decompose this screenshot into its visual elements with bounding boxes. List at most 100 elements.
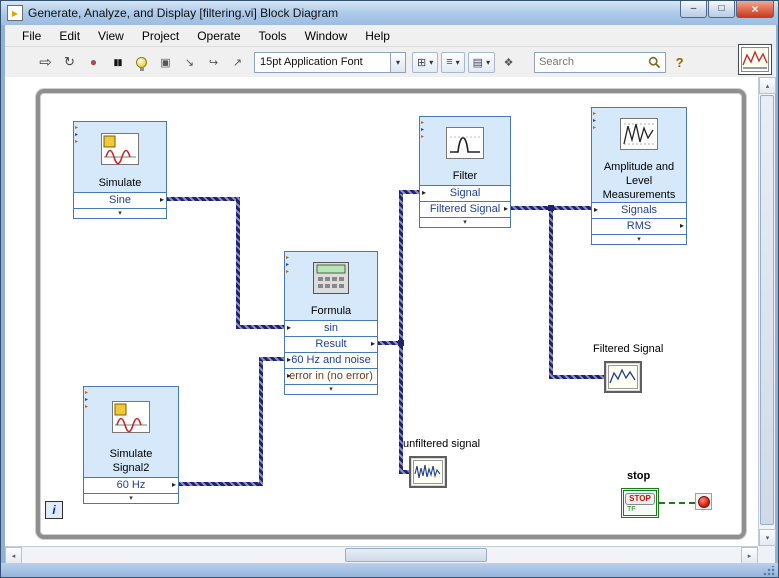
- step-over-button[interactable]: ↪: [203, 52, 224, 73]
- node-row-signals[interactable]: ▸ Signals: [592, 202, 686, 218]
- pause-icon: ▮▮: [113, 56, 123, 67]
- clean-up-diagram-icon: ❖: [503, 56, 514, 69]
- menu-item-edit[interactable]: Edit: [50, 27, 89, 45]
- pause-button[interactable]: ▮▮: [107, 52, 128, 73]
- wire-segment[interactable]: [259, 357, 284, 361]
- horizontal-scroll-thumb[interactable]: [345, 548, 487, 562]
- node-row-filtered-signal[interactable]: Filtered Signal ▸: [420, 201, 510, 217]
- express-vi-filter[interactable]: ▸ ▸ ▸ Filter ▸ Signal Filtered Signal ▸ …: [419, 116, 511, 228]
- run-continuously-button[interactable]: ↻: [59, 52, 80, 73]
- input-arrow-icon: ▸: [287, 323, 292, 332]
- run-icon: ⇨: [39, 54, 52, 71]
- boolean-wire[interactable]: [659, 502, 695, 504]
- wire-segment[interactable]: [236, 197, 240, 329]
- menu-item-operate[interactable]: Operate: [188, 27, 249, 45]
- wire-segment[interactable]: [259, 357, 263, 486]
- input-arrow-icon: ▸: [422, 188, 427, 197]
- step-into-button[interactable]: ↘: [179, 52, 200, 73]
- reorder-objects-dropdown[interactable]: ▤ ▾: [467, 51, 496, 73]
- graph-terminal-filtered-signal[interactable]: [604, 361, 642, 393]
- scroll-left-arrow[interactable]: ◂: [5, 547, 22, 564]
- clean-up-diagram-button[interactable]: ❖: [498, 52, 519, 73]
- expand-chevron-icon[interactable]: ▾: [84, 493, 178, 503]
- wire-segment[interactable]: [167, 197, 238, 201]
- express-vi-simulate-signal2[interactable]: ▸ ▸ ▸ Simulate Signal2 60 Hz ▸ ▾: [83, 386, 179, 504]
- loop-condition-terminal[interactable]: [695, 493, 712, 510]
- express-vi-simulate-signal[interactable]: ▸ ▸ ▸ Simulate Signal Sine ▸ ▾: [73, 121, 167, 219]
- run-button[interactable]: ⇨: [35, 52, 56, 73]
- terminal-arrows-icon: ▸ ▸ ▸: [85, 390, 89, 410]
- chevron-down-icon: ▾: [455, 57, 460, 67]
- minimize-button[interactable]: –: [680, 1, 707, 18]
- node-row-rms[interactable]: RMS ▸: [592, 218, 686, 234]
- node-row-error-in[interactable]: ▸ error in (no error): [285, 368, 377, 384]
- wire-segment[interactable]: [549, 206, 553, 379]
- wire-segment[interactable]: [399, 470, 409, 474]
- scroll-right-arrow[interactable]: ▸: [741, 547, 758, 564]
- stop-label: stop: [627, 470, 651, 482]
- output-arrow-icon: ▸: [370, 339, 375, 348]
- wire-segment[interactable]: [236, 325, 284, 329]
- expand-chevron-icon[interactable]: ▾: [74, 208, 166, 218]
- vi-icon-graphic: [741, 47, 769, 72]
- font-selector[interactable]: 15pt Application Font ▾: [254, 51, 406, 73]
- step-out-button[interactable]: ↗: [227, 52, 248, 73]
- vertical-scroll-thumb[interactable]: [760, 95, 774, 525]
- chevron-down-icon: ▾: [429, 57, 434, 67]
- express-vi-amplitude-measurements[interactable]: ▸ ▸ ▸ Amplitude and Level Measurements ▸…: [591, 107, 687, 245]
- formula-icon: ▸ ▸ ▸: [285, 252, 377, 304]
- filter-icon: ▸ ▸ ▸: [420, 117, 510, 169]
- node-row-sine[interactable]: Sine ▸: [74, 192, 166, 208]
- vi-icon[interactable]: [738, 44, 772, 75]
- wire-segment[interactable]: [399, 190, 419, 194]
- node-row-60hz[interactable]: 60 Hz ▸: [84, 477, 178, 493]
- wire-segment[interactable]: [399, 190, 403, 474]
- search-input[interactable]: [539, 56, 649, 68]
- chevron-down-icon: ▾: [390, 52, 405, 72]
- vertical-scrollbar[interactable]: ▴ ▾: [758, 77, 776, 546]
- abort-icon: ●: [89, 55, 98, 69]
- menu-item-tools[interactable]: Tools: [250, 27, 296, 45]
- align-objects-dropdown[interactable]: ⊞ ▾: [412, 51, 439, 73]
- distribute-objects-dropdown[interactable]: ≡ ▾: [441, 51, 465, 73]
- menu-item-view[interactable]: View: [89, 27, 133, 45]
- output-arrow-icon: ▸: [171, 480, 176, 489]
- node-row-signal[interactable]: ▸ Signal: [420, 185, 510, 201]
- horizontal-scrollbar[interactable]: ◂ ▸: [5, 546, 758, 564]
- expand-chevron-icon[interactable]: ▾: [420, 217, 510, 227]
- menu-item-project[interactable]: Project: [133, 27, 188, 45]
- stop-terminal[interactable]: STOP TF: [621, 488, 659, 518]
- titlebar[interactable]: ▶ Generate, Analyze, and Display [filter…: [1, 1, 778, 25]
- menu-item-file[interactable]: File: [13, 27, 50, 45]
- menubar: File Edit View Project Operate Tools Win…: [5, 25, 776, 47]
- iteration-terminal[interactable]: i: [45, 501, 63, 519]
- window-bottom-frame: [1, 563, 778, 577]
- scrollbar-corner: [758, 546, 775, 563]
- graph-terminal-unfiltered-signal[interactable]: [409, 456, 447, 488]
- scroll-up-arrow[interactable]: ▴: [759, 77, 776, 94]
- node-row-sin[interactable]: ▸ sin: [285, 320, 377, 336]
- maximize-button[interactable]: □: [708, 1, 735, 18]
- node-row-result[interactable]: Result ▸: [285, 336, 377, 352]
- expand-chevron-icon[interactable]: ▾: [285, 384, 377, 394]
- output-arrow-icon: ▸: [503, 204, 508, 213]
- resize-grip[interactable]: [763, 566, 775, 576]
- wire-segment[interactable]: [179, 482, 261, 486]
- stop-condition-icon: [697, 495, 710, 508]
- express-vi-formula[interactable]: ▸ ▸ ▸ Formula ▸ sin Result ▸ ▸ 60 Hz and…: [284, 251, 378, 395]
- menu-item-help[interactable]: Help: [356, 27, 399, 45]
- unfiltered-signal-label: unfiltered signal: [403, 438, 481, 450]
- retain-wire-values-button[interactable]: ▣: [155, 52, 176, 73]
- node-row-60hz-and-noise[interactable]: ▸ 60 Hz and noise: [285, 352, 377, 368]
- caption-buttons: – □ ×: [680, 1, 774, 18]
- abort-button[interactable]: ●: [83, 52, 104, 73]
- help-button[interactable]: ?: [669, 52, 690, 73]
- simulate-signal2-icon: ▸ ▸ ▸: [84, 387, 178, 447]
- wire-segment[interactable]: [549, 375, 604, 379]
- close-button[interactable]: ×: [736, 1, 774, 18]
- highlight-execution-button[interactable]: [131, 52, 152, 73]
- waveform-graph-icon: [608, 365, 638, 389]
- menu-item-window[interactable]: Window: [296, 27, 357, 45]
- expand-chevron-icon[interactable]: ▾: [592, 234, 686, 244]
- scroll-down-arrow[interactable]: ▾: [759, 529, 776, 546]
